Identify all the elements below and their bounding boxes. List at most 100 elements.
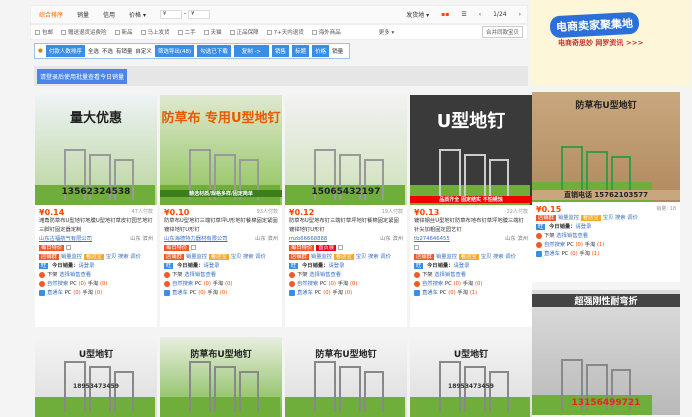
- shop-name[interactable]: 山东古福航气有限公司: [39, 235, 92, 244]
- wangwang-icon[interactable]: 旺: [289, 263, 299, 269]
- ad-banner[interactable]: 电商卖家聚集地 电商奇思妙 网罗资讯 >>>: [530, 0, 690, 86]
- sales-monitor-link[interactable]: 销量监控: [186, 254, 207, 260]
- grid-view-icon[interactable]: ▪▪: [441, 11, 449, 18]
- filter-checkbox[interactable]: 赠送退货运费险: [61, 28, 107, 36]
- price-adjust-link[interactable]: 调价: [380, 254, 391, 260]
- direct-train-link[interactable]: 直通车: [422, 290, 438, 296]
- select-checkbox[interactable]: [338, 245, 344, 250]
- sort-sales[interactable]: 销量: [77, 10, 89, 19]
- product-card[interactable]: 15065432197 ¥0.12 19人付款 防草布U型地布钉三端钉草坪地钉餐棉…: [285, 95, 407, 327]
- filter-checkbox[interactable]: 7+天内退货: [266, 28, 304, 36]
- select-view-link[interactable]: 选择销售查看: [309, 272, 341, 278]
- store-tool-tag[interactable]: 看店宝: [208, 254, 229, 260]
- product-title[interactable]: 防草布U型地钉三端钉草坪U形地钉餐棉固定紧固镀锌地钉U形钉: [164, 217, 278, 235]
- search-link[interactable]: 搜索: [368, 254, 379, 260]
- checkbox-icon[interactable]: [140, 30, 146, 35]
- baby-link[interactable]: 宝贝: [106, 254, 117, 260]
- export-button[interactable]: 筛选导出(48): [154, 45, 195, 57]
- baby-link[interactable]: 宝贝: [481, 254, 492, 260]
- merge-same-button[interactable]: 合并同款宝贝: [481, 26, 523, 38]
- shop-group-tag[interactable]: 店铺群: [39, 254, 59, 260]
- product-image[interactable]: U型地钉 18953473459: [35, 337, 157, 417]
- product-image[interactable]: U型地钉 18953473459: [410, 337, 532, 417]
- checkbox-icon[interactable]: [203, 30, 209, 35]
- login-link[interactable]: 请登录: [576, 224, 592, 230]
- filter-checkbox[interactable]: 天猫: [203, 28, 222, 36]
- checkbox-icon[interactable]: [266, 30, 272, 35]
- sales-monitor-link[interactable]: 销量监控: [61, 254, 82, 260]
- product-image[interactable]: 超强刚性耐弯折 13156499721: [532, 290, 680, 415]
- product-image[interactable]: 防草布U型地钉 直销电话 15762103577: [532, 92, 680, 202]
- field-title[interactable]: 标题: [292, 45, 310, 57]
- shop-group-tag[interactable]: 店铺群: [289, 254, 309, 260]
- select-view-link[interactable]: 选择销售查看: [556, 233, 588, 239]
- product-title[interactable]: 防草布U型地布钉三端钉草坪地钉餐棉固定紧固镀锌地钉U形钉: [289, 217, 403, 235]
- baby-link[interactable]: 宝贝: [603, 215, 614, 221]
- next-page-button[interactable]: ›: [519, 11, 521, 18]
- product-image[interactable]: U型地钉 品质齐全 固定结实 不怕锈蚀: [410, 95, 532, 205]
- store-tool-tag[interactable]: 看店宝: [458, 254, 479, 260]
- login-link[interactable]: 请登录: [329, 263, 345, 269]
- field-price[interactable]: 价格: [312, 45, 330, 57]
- login-view-sales-button[interactable]: 请登录后使用批量查看今日销量: [37, 68, 128, 84]
- filter-checkbox[interactable]: 海外商品: [311, 28, 341, 36]
- price-adjust-link[interactable]: 调价: [130, 254, 141, 260]
- wangwang-icon[interactable]: 旺: [536, 224, 546, 230]
- search-link[interactable]: 搜索: [243, 254, 254, 260]
- product-card[interactable]: 超强刚性耐弯折 13156499721: [532, 290, 680, 415]
- store-tool-tag[interactable]: 看店宝: [83, 254, 104, 260]
- select-checkbox[interactable]: [66, 245, 72, 250]
- sort-credit[interactable]: 信用: [103, 10, 115, 19]
- select-has-sales[interactable]: 有销量: [116, 47, 133, 55]
- ship-from-dropdown[interactable]: 发货地 ▾: [406, 10, 429, 19]
- check-export-button[interactable]: 勾选已下载: [197, 45, 231, 57]
- direct-train-link[interactable]: 直通车: [172, 290, 188, 296]
- checkbox-icon[interactable]: [35, 30, 40, 35]
- checkbox-icon[interactable]: [311, 30, 317, 35]
- product-image[interactable]: 防草布 专用U型地钉 精选材质/规格多样/固定简单: [160, 95, 282, 205]
- filter-checkbox[interactable]: 二手: [177, 28, 196, 36]
- select-checkbox[interactable]: [414, 245, 419, 250]
- filter-checkbox[interactable]: 正品保障: [229, 28, 259, 36]
- select-custom[interactable]: 自定义: [135, 47, 152, 55]
- price-adjust-link[interactable]: 调价: [627, 215, 638, 221]
- login-link[interactable]: 请登录: [204, 263, 220, 269]
- checkbox-icon[interactable]: [229, 30, 235, 35]
- select-checkbox[interactable]: [191, 245, 197, 250]
- shop-name[interactable]: tb274646455: [414, 235, 450, 244]
- login-link[interactable]: 请登录: [454, 263, 470, 269]
- product-card[interactable]: 防草布U型地钉: [160, 337, 282, 417]
- sales-monitor-link[interactable]: 销量监控: [436, 254, 457, 260]
- product-title[interactable]: 滩角防草布U型地钉地膜U型地钉草皮钉园艺地钉三脚钉固定器定制: [39, 217, 153, 235]
- direct-train-link[interactable]: 直通车: [544, 251, 560, 257]
- login-link[interactable]: 请登录: [79, 263, 95, 269]
- price-max-input[interactable]: ¥: [188, 10, 211, 19]
- price-adjust-link[interactable]: 调价: [255, 254, 266, 260]
- product-card[interactable]: U型地钉 18953473459: [35, 337, 157, 417]
- product-card[interactable]: 防草布U型地钉: [285, 337, 407, 417]
- search-link[interactable]: 搜索: [615, 215, 626, 221]
- shop-group-tag[interactable]: 店铺群: [164, 254, 184, 260]
- price-adjust-link[interactable]: 调价: [505, 254, 516, 260]
- sales-monitor-link[interactable]: 销量监控: [558, 215, 579, 221]
- product-title[interactable]: 镀锌钢丝U型地钉防草布地布钉草坪地膜三端钉针尖加粗固定园艺钉: [414, 217, 528, 235]
- product-card[interactable]: U型地钉 18953473459: [410, 337, 532, 417]
- product-image[interactable]: 防草布U型地钉: [160, 337, 282, 417]
- filter-checkbox[interactable]: 马上发货: [140, 28, 170, 36]
- product-card[interactable]: U型地钉 品质齐全 固定结实 不怕锈蚀 ¥0.13 22人付款 镀锌钢丝U型地钉防…: [410, 95, 532, 327]
- product-card[interactable]: 防草布 专用U型地钉 精选材质/规格多样/固定简单 ¥0.10 93人付款 防草布…: [160, 95, 282, 327]
- baby-link[interactable]: 宝贝: [231, 254, 242, 260]
- checkbox-icon[interactable]: [61, 30, 67, 35]
- select-all[interactable]: 全选: [88, 47, 99, 55]
- search-link[interactable]: 搜索: [118, 254, 129, 260]
- baby-link[interactable]: 宝贝: [356, 254, 367, 260]
- select-view-link[interactable]: 选择销售查看: [59, 272, 91, 278]
- natural-search-link[interactable]: 自然搜索: [172, 281, 193, 287]
- sales-monitor-link[interactable]: 销量监控: [311, 254, 332, 260]
- wangwang-icon[interactable]: 旺: [39, 263, 49, 269]
- sort-default[interactable]: 综合排序: [39, 10, 63, 19]
- direct-train-link[interactable]: 直通车: [47, 290, 63, 296]
- shop-group-tag[interactable]: 店铺群: [536, 215, 556, 221]
- checkbox-icon[interactable]: [177, 30, 183, 35]
- field-volume[interactable]: 销量: [332, 47, 343, 55]
